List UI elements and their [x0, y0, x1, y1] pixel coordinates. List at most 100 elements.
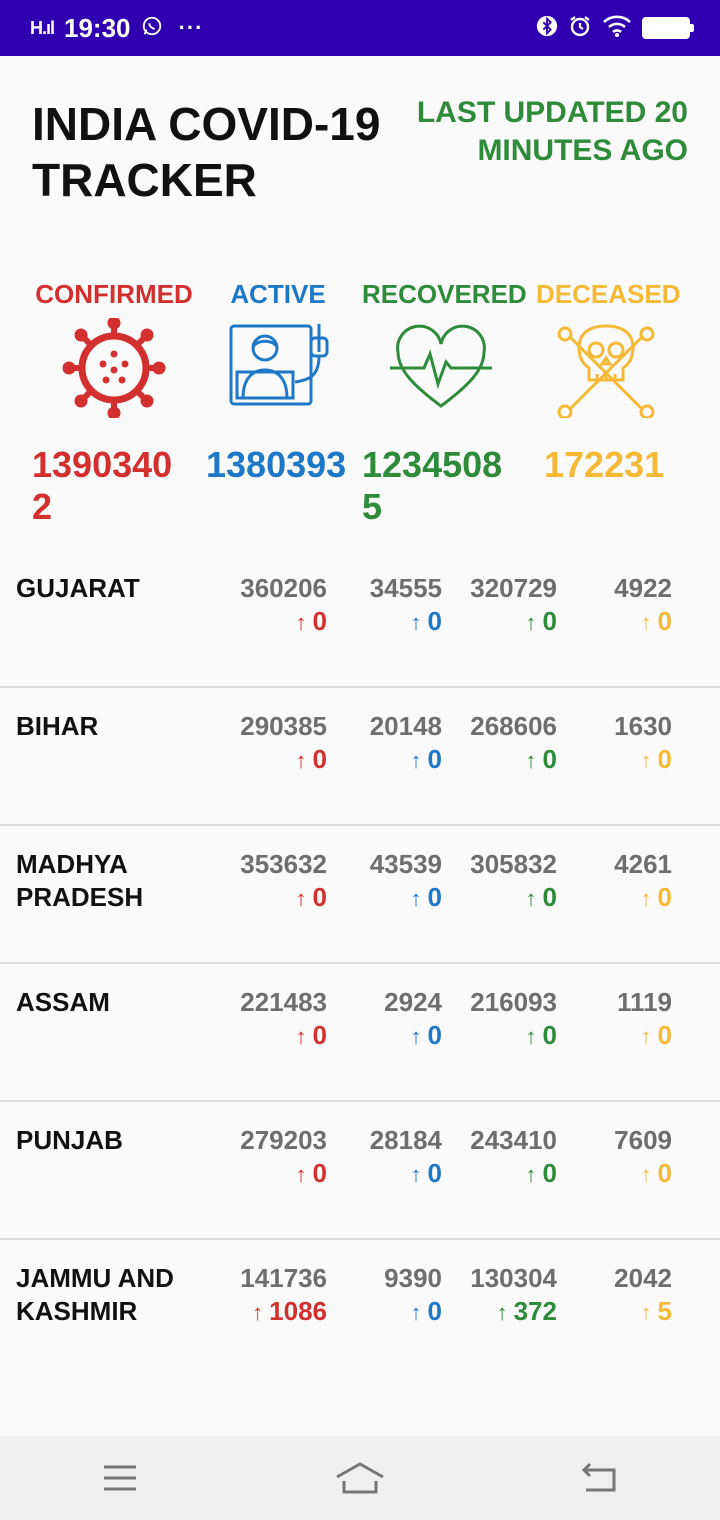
confirmed-delta-value: 0 — [312, 882, 327, 912]
confirmed-delta: ↑ 0 — [240, 1157, 327, 1191]
state-row-jammu-and-kashmir[interactable]: JAMMU AND KASHMIR 141736 ↑ 1086 9390 ↑ 0 130… — [0, 1240, 720, 1410]
arrow-up-icon: ↑ — [525, 610, 537, 635]
active-cell: 2924 ↑ 0 — [350, 986, 442, 1053]
signal-icon: H.ıl — [30, 17, 55, 38]
status-bar-right: 61 — [536, 14, 694, 43]
confirmed-count: 290385 — [240, 711, 327, 741]
arrow-up-icon: ↑ — [410, 1024, 422, 1049]
recovered-delta-value: 0 — [542, 744, 557, 774]
confirmed-cell: 141736 ↑ 1086 — [240, 1262, 327, 1329]
back-button[interactable] — [570, 1458, 630, 1498]
status-bar: H.ıl 19:30 ··· 61 — [0, 0, 720, 56]
state-name: PUNJAB — [16, 1125, 123, 1155]
home-button[interactable] — [330, 1458, 390, 1498]
active-cell: 28184 ↑ 0 — [350, 1124, 442, 1191]
recovered-delta-value: 372 — [513, 1296, 557, 1326]
arrow-up-icon: ↑ — [295, 748, 307, 773]
state-row-madhya-pradesh[interactable]: MADHYA PRADESH 353632 ↑ 0 43539 ↑ 0 305832 ↑ 0… — [0, 826, 720, 964]
last-updated-text: LAST UPDATED 20 MINUTES AGO — [416, 96, 688, 167]
recovered-count: 216093 — [470, 987, 557, 1017]
virus-icon — [62, 318, 166, 418]
state-row-gujarat[interactable]: GUJARAT 360206 ↑ 0 34555 ↑ 0 320729 ↑ 0 4922 ↑ 0 — [0, 550, 720, 688]
arrow-up-icon: ↑ — [496, 1300, 508, 1325]
recovered-count: 268606 — [470, 711, 557, 741]
battery-indicator: 61 — [642, 17, 694, 39]
deceased-delta-value: 0 — [657, 882, 672, 912]
deceased-count: 4261 — [614, 849, 672, 879]
confirmed-count: 221483 — [240, 987, 327, 1017]
deceased-cell: 7609 ↑ 0 — [580, 1124, 672, 1191]
recovered-delta-value: 0 — [542, 1158, 557, 1188]
recovered-delta: ↑ 0 — [466, 1019, 557, 1053]
state-row-bihar[interactable]: BIHAR 290385 ↑ 0 20148 ↑ 0 268606 ↑ 0 1630 ↑ 0 — [0, 688, 720, 826]
state-row-punjab[interactable]: PUNJAB 279203 ↑ 0 28184 ↑ 0 243410 ↑ 0 7609 ↑ 0 — [0, 1102, 720, 1240]
recovered-delta: ↑ 0 — [466, 881, 557, 915]
arrow-up-icon: ↑ — [410, 610, 422, 635]
deceased-delta-value: 0 — [657, 1020, 672, 1050]
arrow-up-icon: ↑ — [525, 1024, 537, 1049]
recovered-cell: 216093 ↑ 0 — [466, 986, 557, 1053]
state-row-assam[interactable]: ASSAM 221483 ↑ 0 2924 ↑ 0 216093 ↑ 0 1119 ↑ 0 — [0, 964, 720, 1102]
deceased-label: DECEASED — [536, 279, 681, 309]
deceased-delta-value: 5 — [657, 1296, 672, 1326]
active-delta-value: 0 — [427, 606, 442, 636]
arrow-up-icon: ↑ — [640, 748, 652, 773]
confirmed-count: 279203 — [240, 1125, 327, 1155]
arrow-up-icon: ↑ — [640, 610, 652, 635]
arrow-up-icon: ↑ — [525, 886, 537, 911]
active-count: 43539 — [369, 849, 442, 879]
active-count: 20148 — [369, 711, 442, 741]
confirmed-cell: 279203 ↑ 0 — [240, 1124, 327, 1191]
state-list: GUJARAT 360206 ↑ 0 34555 ↑ 0 320729 ↑ 0 4922 ↑ 0… — [0, 550, 720, 1410]
confirmed-cell: 360206 ↑ 0 — [240, 572, 327, 639]
arrow-up-icon: ↑ — [295, 886, 307, 911]
recovered-delta: ↑ 0 — [466, 743, 557, 777]
active-label: ACTIVE — [230, 279, 326, 309]
recovered-count: 243410 — [470, 1125, 557, 1155]
confirmed-delta: ↑ 0 — [240, 881, 327, 915]
deceased-cell: 1630 ↑ 0 — [580, 710, 672, 777]
arrow-up-icon: ↑ — [410, 886, 422, 911]
deceased-count: 7609 — [614, 1125, 672, 1155]
arrow-up-icon: ↑ — [410, 1300, 422, 1325]
recovered-cell: 305832 ↑ 0 — [466, 848, 557, 915]
alarm-icon — [568, 14, 592, 43]
confirmed-delta-value: 1086 — [269, 1296, 327, 1326]
active-delta: ↑ 0 — [350, 605, 442, 639]
arrow-up-icon: ↑ — [640, 1162, 652, 1187]
deceased-total: 172231 — [544, 444, 665, 485]
deceased-delta: ↑ 0 — [580, 605, 672, 639]
whatsapp-icon — [141, 15, 163, 42]
deceased-delta: ↑ 0 — [580, 1157, 672, 1191]
wifi-icon — [602, 14, 632, 43]
active-delta: ↑ 0 — [350, 1295, 442, 1329]
deceased-cell: 1119 ↑ 0 — [580, 986, 672, 1053]
confirmed-delta: ↑ 0 — [240, 605, 327, 639]
confirmed-summary: CONFIRMED — [32, 278, 196, 418]
deceased-cell: 4922 ↑ 0 — [580, 572, 672, 639]
confirmed-delta: ↑ 1086 — [240, 1295, 327, 1329]
menu-button[interactable] — [90, 1458, 150, 1498]
active-count: 28184 — [369, 1125, 442, 1155]
confirmed-cell: 290385 ↑ 0 — [240, 710, 327, 777]
bluetooth-icon — [536, 14, 558, 43]
arrow-up-icon: ↑ — [525, 748, 537, 773]
recovered-cell: 130304 ↑ 372 — [466, 1262, 557, 1329]
arrow-up-icon: ↑ — [252, 1300, 264, 1325]
more-notifications-icon: ··· — [178, 15, 204, 40]
page-title: INDIA COVID-19 TRACKER — [32, 98, 381, 206]
recovered-delta-value: 0 — [542, 606, 557, 636]
active-delta: ↑ 0 — [350, 881, 442, 915]
arrow-up-icon: ↑ — [410, 1162, 422, 1187]
active-delta-value: 0 — [427, 744, 442, 774]
arrow-up-icon: ↑ — [640, 886, 652, 911]
active-delta-value: 0 — [427, 1296, 442, 1326]
active-cell: 34555 ↑ 0 — [350, 572, 442, 639]
confirmed-count: 141736 — [240, 1263, 327, 1293]
state-name: GUJARAT — [16, 573, 140, 603]
recovered-summary: RECOVERED — [362, 278, 527, 418]
confirmed-cell: 221483 ↑ 0 — [240, 986, 327, 1053]
recovered-count: 320729 — [470, 573, 557, 603]
active-cell: 20148 ↑ 0 — [350, 710, 442, 777]
state-name: ASSAM — [16, 987, 110, 1017]
